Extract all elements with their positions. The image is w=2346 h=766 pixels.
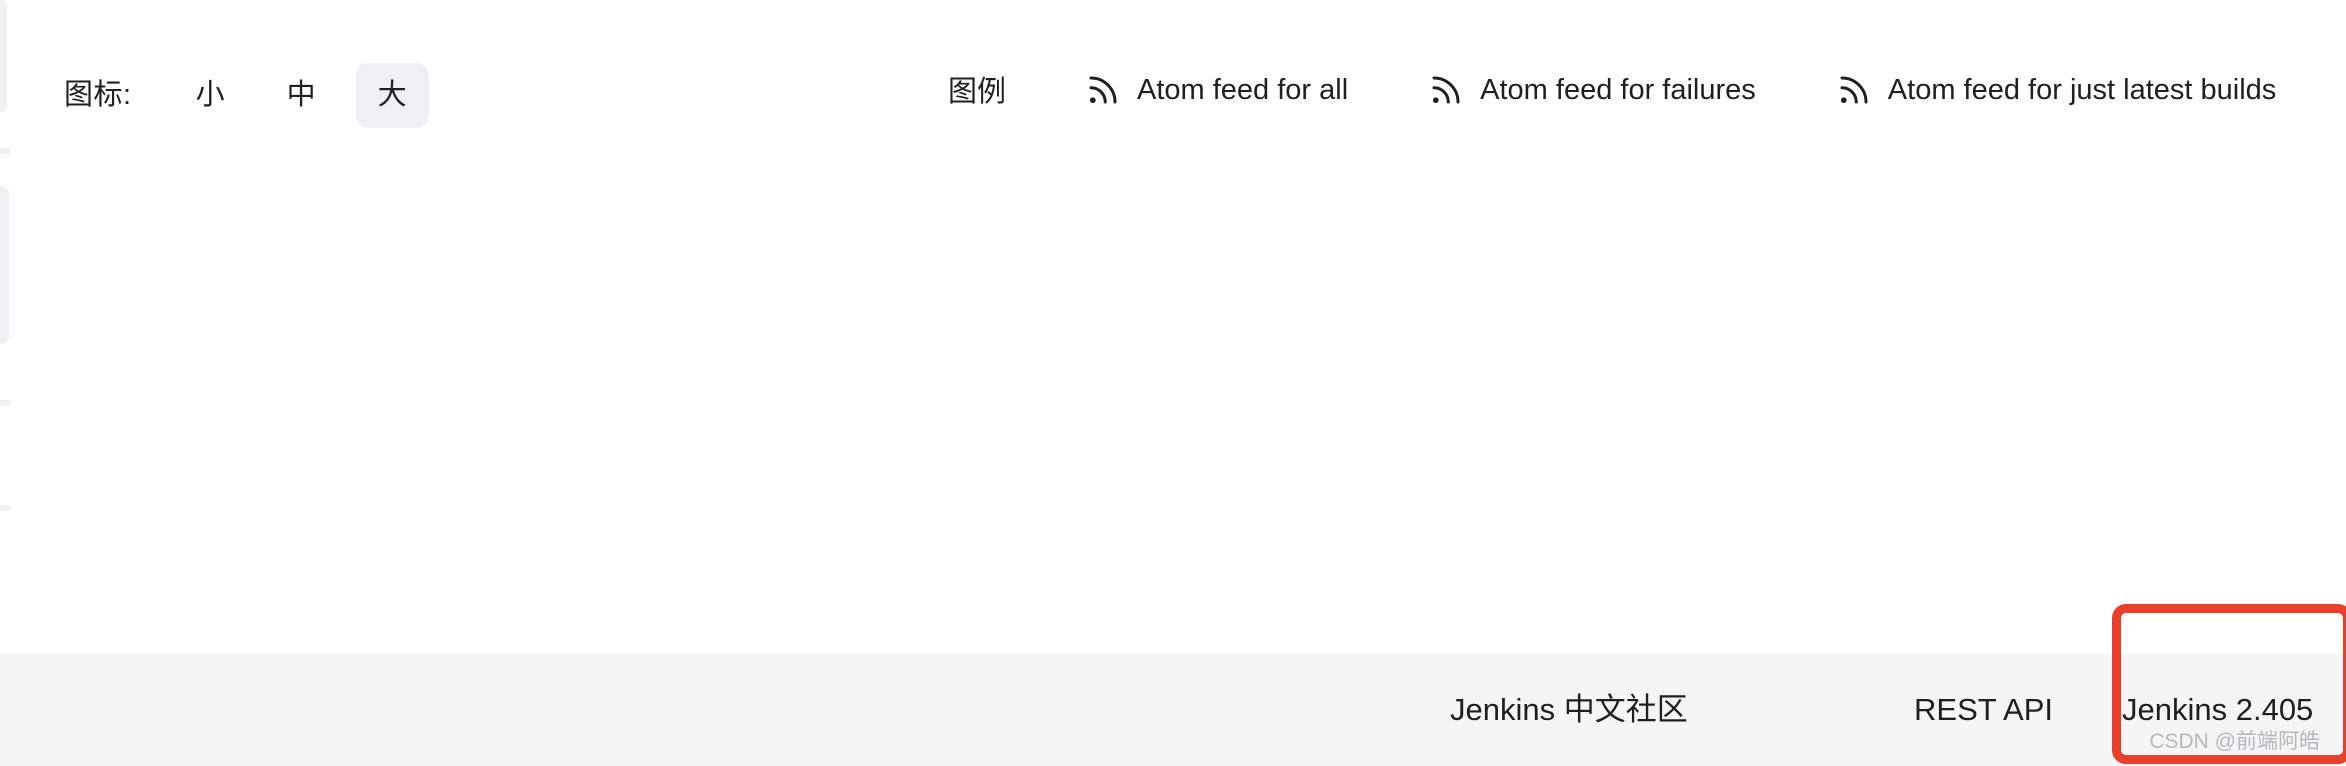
atom-feed-latest-builds-link[interactable]: Atom feed for just latest builds [1836, 72, 2276, 108]
view-toolbar: 图标: 小 中 大 图例 Atom feed for all Atom feed… [0, 0, 2346, 150]
rss-icon [1089, 76, 1117, 104]
atom-feed-all-label: Atom feed for all [1137, 73, 1349, 106]
icon-size-large-button[interactable]: 大 [355, 62, 429, 128]
atom-feed-links: Atom feed for all Atom feed for failures… [1085, 68, 2276, 112]
page-root: 图标: 小 中 大 图例 Atom feed for all Atom feed… [0, 0, 2346, 766]
atom-feed-failures-label: Atom feed for failures [1480, 73, 1756, 106]
icon-size-label: 图标: [64, 78, 132, 111]
icon-size-small-button[interactable]: 小 [174, 63, 247, 128]
footer-link-jenkins-chinese-community[interactable]: Jenkins 中文社区 [1450, 694, 1688, 725]
sidebar-card-sliver [0, 505, 11, 511]
sidebar-card-sliver [0, 186, 9, 344]
icon-size-medium-button[interactable]: 中 [265, 63, 338, 128]
rss-icon [1840, 76, 1868, 104]
footer-link-rest-api[interactable]: REST API [1914, 694, 2053, 725]
footer-link-jenkins-version[interactable]: Jenkins 2.405 [2122, 694, 2313, 725]
atom-feed-failures-link[interactable]: Atom feed for failures [1428, 72, 1756, 108]
rss-icon [1432, 76, 1460, 104]
csdn-watermark: CSDN @前端阿皓 [2149, 730, 2320, 753]
atom-feed-latest-builds-label: Atom feed for just latest builds [1887, 73, 2277, 106]
sidebar-card-sliver [0, 400, 11, 406]
legend-label[interactable]: 图例 [948, 78, 1006, 107]
atom-feed-all-link[interactable]: Atom feed for all [1085, 72, 1348, 108]
icon-size-selector: 图标: 小 中 大 [64, 62, 429, 128]
